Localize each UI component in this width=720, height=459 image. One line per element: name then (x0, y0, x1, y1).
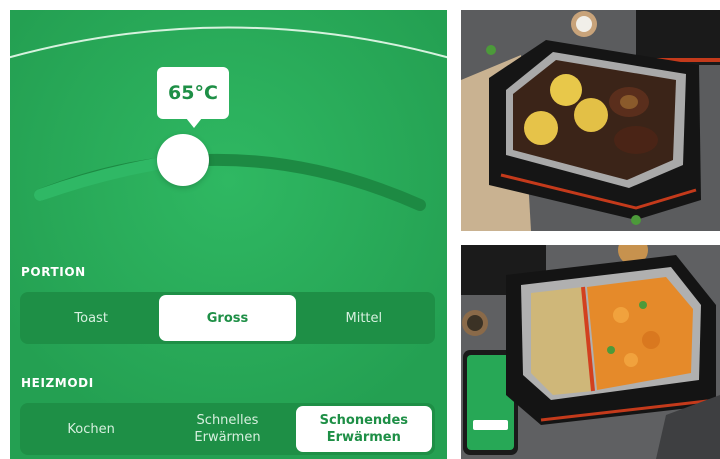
portion-option-toast[interactable]: Toast (23, 295, 159, 341)
heating-mode-schonendes-erwaermen[interactable]: Schonendes Erwärmen (295, 406, 432, 452)
temperature-readout: 65°C (157, 67, 229, 128)
temperature-slider-handle[interactable] (157, 134, 209, 186)
lunchbox-image (461, 245, 720, 459)
lunchbox-photo-curry (461, 245, 720, 459)
lunchbox-image (461, 10, 720, 231)
heating-mode-kochen[interactable]: Kochen (23, 406, 159, 452)
heating-mode-schnelles-erwaermen[interactable]: Schnelles Erwärmen (159, 406, 295, 452)
portion-option-gross[interactable]: Gross (159, 295, 296, 341)
heating-mode-selector: Kochen Schnelles Erwärmen Schonendes Erw… (20, 403, 435, 455)
lunchbox-photo-potatoes (461, 10, 720, 231)
portion-label: PORTION (21, 265, 86, 279)
heater-control-panel: 65°C PORTION Toast Gross Mittel HEIZMODI… (10, 10, 447, 459)
portion-selector: Toast Gross Mittel (20, 292, 435, 344)
heating-modes-label: HEIZMODI (21, 376, 94, 390)
portion-option-mittel[interactable]: Mittel (296, 295, 432, 341)
